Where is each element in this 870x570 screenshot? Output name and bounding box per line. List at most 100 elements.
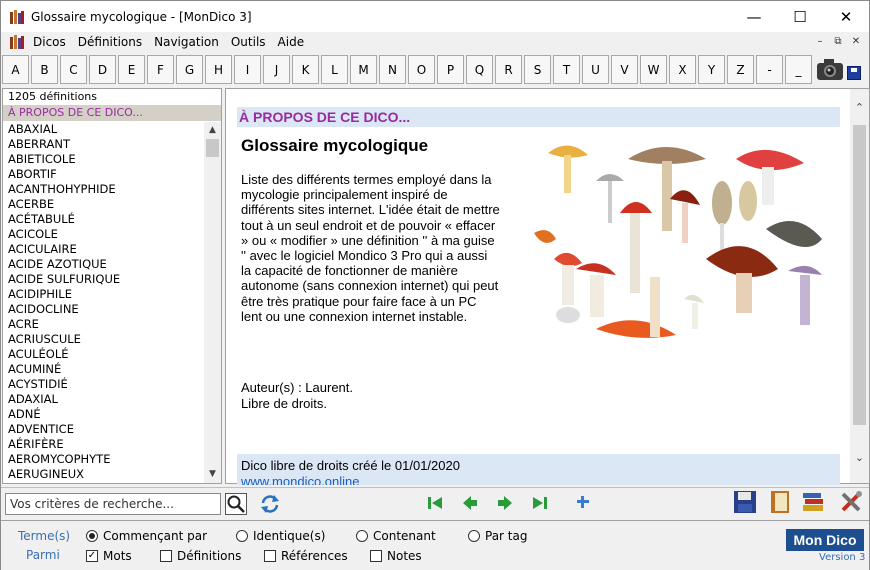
letter-button-f[interactable]: F	[147, 55, 174, 84]
letter-button-l[interactable]: L	[321, 55, 348, 84]
letter-button-e[interactable]: E	[118, 55, 145, 84]
letter-button-n[interactable]: N	[379, 55, 406, 84]
list-item[interactable]: ABIETICOLE	[3, 152, 205, 167]
website-link[interactable]: www.mondico.online	[241, 474, 840, 485]
list-item[interactable]: ACIDOCLINE	[3, 302, 205, 317]
letter-button-k[interactable]: K	[292, 55, 319, 84]
letter-button-t[interactable]: T	[553, 55, 580, 84]
letter-button-z[interactable]: Z	[727, 55, 754, 84]
radio-starts-with[interactable]: Commençant par	[86, 529, 207, 543]
letter-button-a[interactable]: A	[2, 55, 29, 84]
tools-icon[interactable]	[839, 490, 863, 517]
checkbox-box[interactable]	[370, 550, 382, 562]
checkbox-box[interactable]: ✓	[86, 550, 98, 562]
previous-record-icon[interactable]	[462, 495, 478, 514]
list-item[interactable]: ACRIUSCULE	[3, 332, 205, 347]
menu-navigation[interactable]: Navigation	[152, 35, 227, 49]
list-item[interactable]: ACANTHOHYPHIDE	[3, 182, 205, 197]
camera-icon[interactable]	[816, 56, 844, 82]
letter-button-v[interactable]: V	[611, 55, 638, 84]
list-item[interactable]: ACIDIPHILE	[3, 287, 205, 302]
letter-button-o[interactable]: O	[408, 55, 435, 84]
radio-indicator[interactable]	[356, 530, 368, 542]
radio-indicator[interactable]	[86, 530, 98, 542]
next-record-icon[interactable]	[497, 495, 513, 514]
letter-button-u[interactable]: U	[582, 55, 609, 84]
list-item[interactable]: ACICOLE	[3, 227, 205, 242]
search-icon[interactable]	[225, 493, 247, 515]
letter-button-q[interactable]: Q	[466, 55, 493, 84]
last-record-icon[interactable]	[532, 495, 548, 514]
list-item[interactable]: ACÉTABULÉ	[3, 212, 205, 227]
list-item[interactable]: ACIDE SULFURIQUE	[3, 272, 205, 287]
list-item[interactable]: ACERBE	[3, 197, 205, 212]
mdi-restore-button[interactable]: ⧉	[829, 34, 847, 50]
save-icon[interactable]	[847, 66, 861, 80]
search-input[interactable]: Vos critères de recherche...	[5, 493, 221, 515]
menu-definitions[interactable]: Définitions	[76, 35, 150, 49]
letter-button-b[interactable]: B	[31, 55, 58, 84]
list-item[interactable]: ADNÉ	[3, 407, 205, 422]
list-scrollbar[interactable]: ▲ ▼	[204, 122, 221, 483]
checkbox-references[interactable]: Références	[264, 549, 348, 563]
checkbox-box[interactable]	[264, 550, 276, 562]
scroll-down-icon[interactable]: ⌄	[850, 451, 869, 464]
scroll-thumb[interactable]	[206, 139, 219, 157]
list-item[interactable]: ACUMINÉ	[3, 362, 205, 377]
letter-button-w[interactable]: W	[640, 55, 667, 84]
letter-button-j[interactable]: J	[263, 55, 290, 84]
list-item[interactable]: ACRE	[3, 317, 205, 332]
radio-contains[interactable]: Contenant	[356, 529, 436, 543]
letter-button-h[interactable]: H	[205, 55, 232, 84]
checkbox-definitions[interactable]: Définitions	[160, 549, 241, 563]
scroll-up-icon[interactable]: ⌃	[850, 101, 869, 114]
scroll-thumb[interactable]	[853, 125, 866, 425]
maximize-button[interactable]: ☐	[777, 1, 823, 32]
floppy-icon[interactable]	[733, 490, 757, 517]
list-item[interactable]: ACICULAIRE	[3, 242, 205, 257]
list-item[interactable]: ADAXIAL	[3, 392, 205, 407]
checkbox-words[interactable]: ✓ Mots	[86, 549, 132, 563]
letter-button-r[interactable]: R	[495, 55, 522, 84]
minimize-button[interactable]: —	[731, 1, 777, 32]
list-item[interactable]: AÉRIFÈRE	[3, 437, 205, 452]
list-item[interactable]: ADVENTICE	[3, 422, 205, 437]
list-item[interactable]: ABAXIAL	[3, 122, 205, 137]
radio-by-tag[interactable]: Par tag	[468, 529, 527, 543]
content-scrollbar[interactable]: ⌃ ⌄	[850, 89, 869, 483]
radio-identical[interactable]: Identique(s)	[236, 529, 325, 543]
add-icon[interactable]	[576, 495, 590, 512]
letter-button-p[interactable]: P	[437, 55, 464, 84]
mdi-close-button[interactable]: ✕	[847, 34, 865, 50]
menu-outils[interactable]: Outils	[229, 35, 274, 49]
radio-indicator[interactable]	[236, 530, 248, 542]
first-record-icon[interactable]	[427, 495, 443, 514]
list-item[interactable]: ACYSTIDIÉ	[3, 377, 205, 392]
list-item[interactable]: ABORTIF	[3, 167, 205, 182]
radio-indicator[interactable]	[468, 530, 480, 542]
checkbox-box[interactable]	[160, 550, 172, 562]
list-item[interactable]: ACULÉOLÉ	[3, 347, 205, 362]
menu-dicos[interactable]: Dicos	[31, 35, 74, 49]
list-item-selected[interactable]: À PROPOS DE CE DICO...	[3, 105, 221, 121]
letter-button-dash[interactable]: -	[756, 55, 783, 84]
list-item[interactable]: AEROMYCOPHYTE	[3, 452, 205, 467]
book-icon[interactable]	[769, 490, 793, 517]
menu-aide[interactable]: Aide	[276, 35, 313, 49]
close-button[interactable]: ✕	[823, 1, 869, 32]
list-item[interactable]: ABERRANT	[3, 137, 205, 152]
letter-button-m[interactable]: M	[350, 55, 377, 84]
letter-button-i[interactable]: I	[234, 55, 261, 84]
letter-button-s[interactable]: S	[524, 55, 551, 84]
scroll-up-icon[interactable]: ▲	[204, 122, 221, 139]
letter-button-underscore[interactable]: _	[785, 55, 812, 84]
refresh-icon[interactable]	[259, 493, 281, 515]
letter-button-y[interactable]: Y	[698, 55, 725, 84]
mdi-minimize-button[interactable]: –	[811, 34, 829, 50]
list-item[interactable]: ACIDE AZOTIQUE	[3, 257, 205, 272]
letter-button-g[interactable]: G	[176, 55, 203, 84]
letter-button-d[interactable]: D	[89, 55, 116, 84]
letter-button-x[interactable]: X	[669, 55, 696, 84]
letter-button-c[interactable]: C	[60, 55, 87, 84]
books-stack-icon[interactable]	[801, 489, 827, 518]
